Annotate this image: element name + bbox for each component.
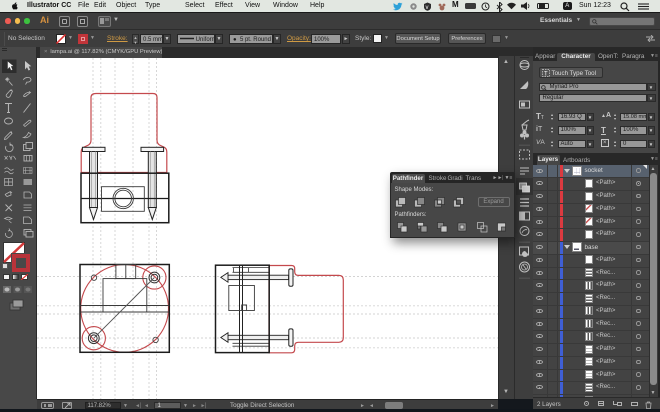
svg-text:T: T [544,72,548,78]
svg-text:v: v [426,5,429,11]
